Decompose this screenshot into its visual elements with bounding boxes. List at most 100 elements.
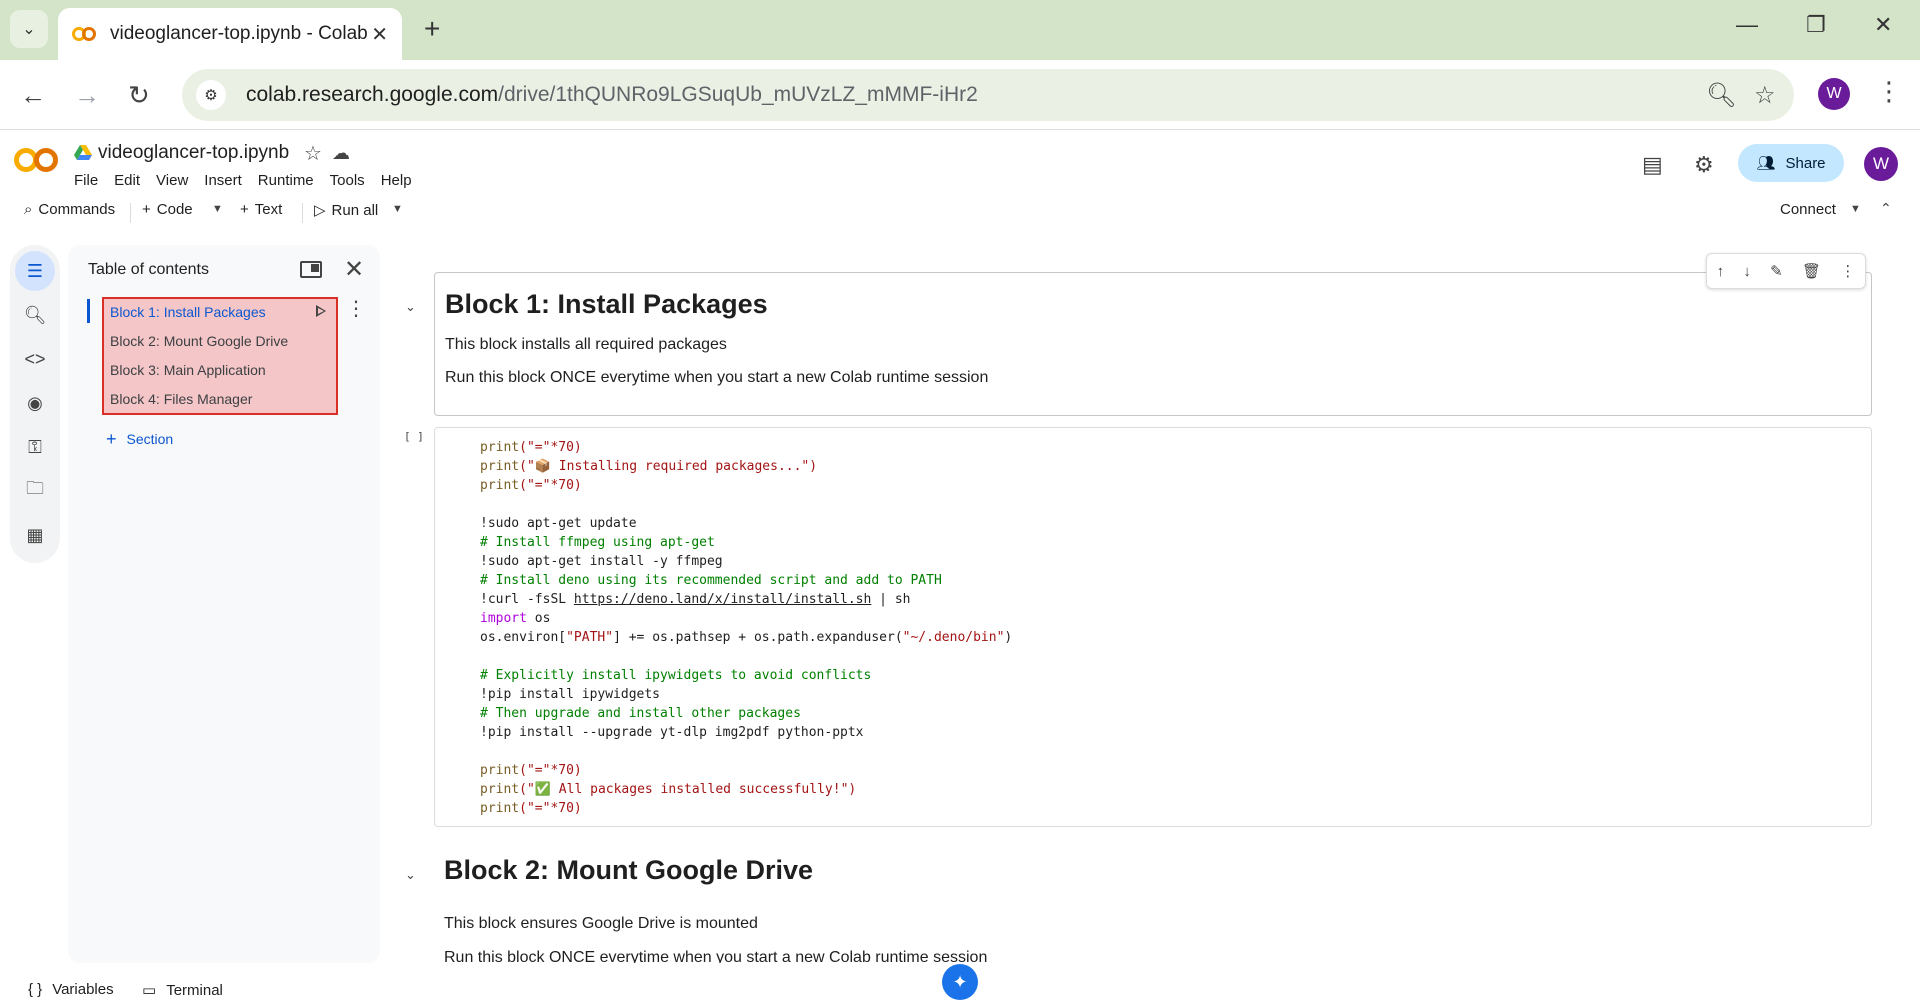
text-cell-block-1[interactable]: Block 1: Install Packages This block ins… bbox=[434, 272, 1872, 416]
browser-menu-icon[interactable]: ⋮ bbox=[1876, 76, 1902, 107]
code-token: print bbox=[480, 440, 520, 455]
connect-button[interactable]: Connect bbox=[1780, 201, 1836, 218]
zoom-icon[interactable]: 🔍︎ bbox=[1706, 81, 1736, 110]
tab-close-icon[interactable]: ✕ bbox=[371, 22, 388, 47]
url-text[interactable]: colab.research.google.com/drive/1thQUNRo… bbox=[246, 83, 978, 107]
toc-item-block-1[interactable]: Block 1: Install Packages bbox=[110, 304, 266, 320]
run-all-label: Run all bbox=[331, 201, 379, 219]
browser-tab-active[interactable]: videoglancer-top.ipynb - Colab ✕ bbox=[58, 8, 402, 60]
move-up-icon[interactable]: ↑ bbox=[1717, 263, 1725, 280]
code-comment: # Install deno using its recommended scr… bbox=[480, 573, 942, 588]
add-section-button[interactable]: + Section bbox=[106, 429, 174, 449]
minimize-icon[interactable]: — bbox=[1736, 12, 1758, 38]
block-1-description: This block installs all required package… bbox=[445, 336, 727, 353]
menu-tools[interactable]: Tools bbox=[330, 172, 365, 189]
block-2-heading: Block 2: Mount Google Drive bbox=[444, 855, 814, 885]
code-token: ("📦 Installing required packages...") bbox=[519, 459, 818, 474]
star-icon[interactable]: ☆ bbox=[304, 141, 322, 166]
find-icon[interactable]: 🔍︎ bbox=[15, 295, 55, 335]
cell-more-icon[interactable]: ⋮ bbox=[1840, 262, 1855, 280]
code-editor[interactable]: print("="*70) print("📦 Installing requir… bbox=[480, 438, 1012, 818]
reload-icon[interactable]: ↻ bbox=[128, 80, 150, 110]
window-close-icon[interactable]: ✕ bbox=[1874, 12, 1892, 38]
menu-runtime[interactable]: Runtime bbox=[258, 172, 314, 189]
toc-icon[interactable]: ☰ bbox=[15, 251, 55, 291]
menu-view[interactable]: View bbox=[156, 172, 188, 189]
table-icon[interactable]: ▦ bbox=[15, 515, 55, 555]
secrets-eye-icon[interactable]: ◉ bbox=[15, 383, 55, 423]
settings-gear-icon[interactable]: ⚙ bbox=[1694, 152, 1714, 178]
code-token: print bbox=[480, 459, 520, 474]
code-snippets-icon[interactable]: <> bbox=[15, 339, 55, 379]
open-in-tab-icon[interactable] bbox=[300, 261, 322, 278]
toc-item-block-3[interactable]: Block 3: Main Application bbox=[110, 362, 266, 378]
code-token: !pip install ipywidgets bbox=[480, 687, 661, 702]
command-bar: ⌕ Commands + Code ▼ + Text ▷ Run all ▼ C… bbox=[0, 195, 1920, 231]
connect-dropdown-caret-icon[interactable]: ▼ bbox=[1850, 203, 1861, 215]
add-text-button[interactable]: + Text bbox=[240, 201, 282, 218]
colab-logo[interactable] bbox=[14, 148, 58, 172]
table-of-contents-panel: Table of contents ✕ Block 1: Install Pac… bbox=[68, 245, 380, 963]
menu-insert[interactable]: Insert bbox=[204, 172, 242, 189]
colab-header: videoglancer-top.ipynb ☆ ☁ File Edit Vie… bbox=[0, 131, 1920, 231]
code-comment: # Install ffmpeg using apt-get bbox=[480, 535, 715, 550]
code-comment: # Explicitly install ipywidgets to avoid… bbox=[480, 668, 872, 683]
toc-close-icon[interactable]: ✕ bbox=[344, 255, 364, 284]
key-icon[interactable]: ⚿ bbox=[15, 427, 55, 467]
run-section-play-icon[interactable] bbox=[316, 305, 326, 317]
toc-item-block-4[interactable]: Block 4: Files Manager bbox=[110, 391, 252, 407]
section-more-icon[interactable]: ⋮ bbox=[346, 299, 366, 319]
edit-pencil-icon[interactable]: ✎ bbox=[1770, 262, 1783, 280]
account-avatar[interactable]: W bbox=[1864, 147, 1898, 181]
share-label: Share bbox=[1785, 154, 1826, 172]
restore-icon[interactable]: ❐ bbox=[1806, 12, 1826, 38]
add-code-label: Code bbox=[156, 201, 193, 218]
delete-icon[interactable]: 🗑︎ bbox=[1802, 262, 1821, 280]
plus-icon: + bbox=[142, 201, 151, 218]
notebook-title[interactable]: videoglancer-top.ipynb bbox=[98, 142, 289, 164]
code-token: os.environ[ bbox=[480, 630, 567, 645]
new-tab-button[interactable]: + bbox=[424, 14, 440, 44]
browser-profile-avatar[interactable]: W bbox=[1818, 78, 1850, 110]
menu-help[interactable]: Help bbox=[381, 172, 412, 189]
collapse-section-icon[interactable]: ⌄ bbox=[405, 299, 416, 315]
run-all-dropdown-caret-icon[interactable]: ▼ bbox=[392, 203, 403, 215]
folder-icon[interactable]: 🗀 bbox=[15, 471, 55, 511]
add-section-label: Section bbox=[126, 431, 174, 447]
run-all-button[interactable]: ▷ Run all bbox=[314, 201, 379, 220]
connect-label: Connect bbox=[1780, 201, 1836, 218]
tab-search-button[interactable]: ⌄ bbox=[10, 10, 48, 48]
block-2-description: This block ensures Google Drive is mount… bbox=[444, 915, 758, 932]
site-info-icon[interactable]: ⚙ bbox=[196, 80, 226, 110]
forward-arrow-icon[interactable]: → bbox=[74, 80, 100, 110]
share-button[interactable]: 👥︎ Share bbox=[1738, 144, 1844, 182]
colab-favicon-icon bbox=[72, 26, 98, 42]
terminal-button[interactable]: ▭ Terminal bbox=[142, 981, 223, 1000]
left-sidebar-rail: ☰ 🔍︎ <> ◉ ⚿ 🗀 ▦ bbox=[10, 245, 60, 563]
code-token: print bbox=[480, 782, 520, 797]
address-bar[interactable]: ⚙ colab.research.google.com/drive/1thQUN… bbox=[182, 69, 1794, 121]
code-cell-block-1[interactable]: print("="*70) print("📦 Installing requir… bbox=[434, 427, 1872, 827]
gemini-sparkle-button[interactable]: ✦ bbox=[942, 964, 978, 1000]
collapse-header-icon[interactable]: ⌃ bbox=[1880, 200, 1892, 217]
plus-icon: + bbox=[106, 429, 117, 449]
code-token: !curl -fsSL bbox=[480, 592, 574, 607]
toc-item-block-2[interactable]: Block 2: Mount Google Drive bbox=[110, 333, 288, 349]
add-text-label: Text bbox=[254, 201, 283, 218]
menu-file[interactable]: File bbox=[74, 172, 98, 189]
commands-button[interactable]: ⌕ Commands bbox=[24, 201, 115, 218]
comments-icon[interactable]: ▤ bbox=[1642, 152, 1663, 178]
add-code-button[interactable]: + Code bbox=[142, 201, 193, 218]
code-dropdown-caret-icon[interactable]: ▼ bbox=[212, 203, 223, 215]
tab-title: videoglancer-top.ipynb - Colab bbox=[110, 23, 368, 44]
menu-edit[interactable]: Edit bbox=[114, 172, 140, 189]
variables-button[interactable]: { } Variables bbox=[28, 981, 114, 998]
back-arrow-icon[interactable]: ← bbox=[20, 80, 46, 110]
move-down-icon[interactable]: ↓ bbox=[1743, 263, 1751, 280]
code-link[interactable]: https://deno.land/x/install/install.sh bbox=[574, 592, 871, 607]
cloud-icon[interactable]: ☁ bbox=[332, 143, 350, 164]
collapse-section-icon[interactable]: ⌄ bbox=[405, 867, 416, 883]
code-token: os bbox=[526, 611, 551, 626]
cell-run-indicator[interactable]: [ ] bbox=[404, 430, 424, 443]
bookmark-star-icon[interactable]: ☆ bbox=[1754, 81, 1776, 110]
